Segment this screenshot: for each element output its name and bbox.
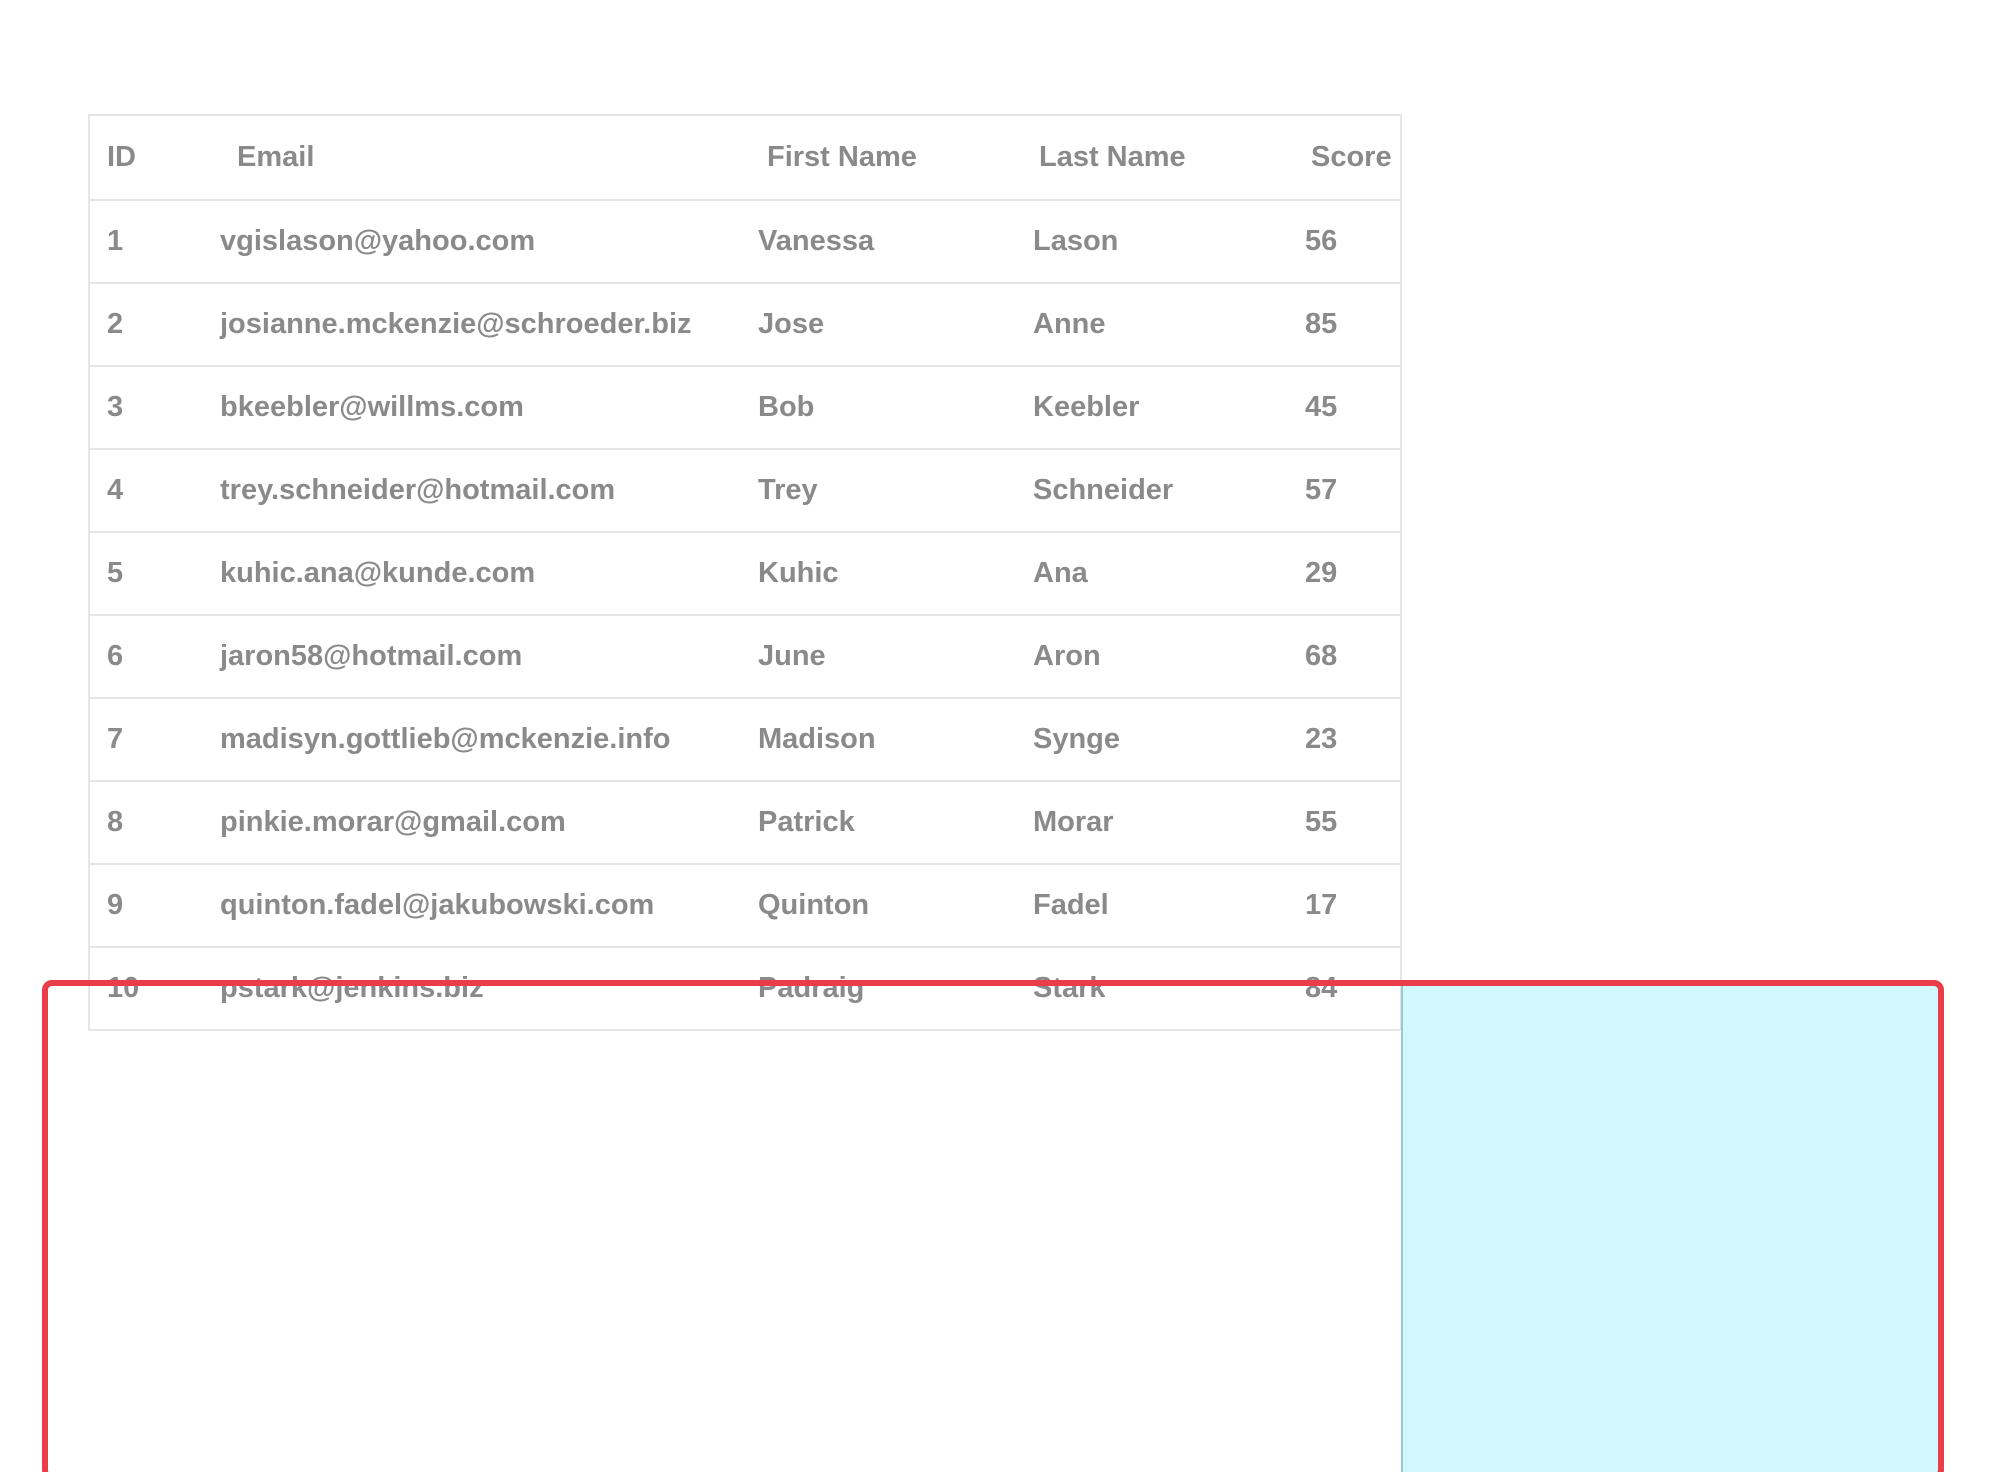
cell-last-name: Synge: [1033, 698, 1305, 782]
cell-email: bkeebler@willms.com: [220, 366, 758, 450]
cell-score: 85: [1305, 283, 1402, 367]
cell-score: 68: [1305, 615, 1402, 699]
cell-first-name: Trey: [758, 449, 1033, 533]
cell-first-name: Patrick: [758, 781, 1033, 865]
cell-first-name: Jose: [758, 283, 1033, 367]
cell-id: 3: [90, 366, 220, 450]
cell-first-name: Padraig: [758, 947, 1033, 1031]
data-table-container: ID Email First Name Last Name Score 1 vg…: [88, 114, 1402, 1031]
cell-first-name: June: [758, 615, 1033, 699]
page: ID Email First Name Last Name Score 1 vg…: [0, 0, 1996, 1472]
cell-last-name: Keebler: [1033, 366, 1305, 450]
cell-score: 56: [1305, 200, 1402, 284]
column-header-first-name[interactable]: First Name: [758, 116, 1033, 201]
table-row[interactable]: 5 kuhic.ana@kunde.com Kuhic Ana 29: [90, 532, 1402, 616]
cell-id: 5: [90, 532, 220, 616]
table-row[interactable]: 1 vgislason@yahoo.com Vanessa Lason 56: [90, 200, 1402, 284]
cell-id: 1: [90, 200, 220, 284]
cell-id: 8: [90, 781, 220, 865]
cell-last-name: Stark: [1033, 947, 1305, 1031]
cell-first-name: Quinton: [758, 864, 1033, 948]
cell-score: 23: [1305, 698, 1402, 782]
data-table: ID Email First Name Last Name Score 1 vg…: [90, 116, 1402, 1031]
header-row: ID Email First Name Last Name Score: [90, 116, 1402, 201]
cell-first-name: Kuhic: [758, 532, 1033, 616]
cell-score: 84: [1305, 947, 1402, 1031]
cell-email: josianne.mckenzie@schroeder.biz: [220, 283, 758, 367]
cell-id: 6: [90, 615, 220, 699]
table-row[interactable]: 8 pinkie.morar@gmail.com Patrick Morar 5…: [90, 781, 1402, 865]
cell-score: 55: [1305, 781, 1402, 865]
table-row[interactable]: 7 madisyn.gottlieb@mckenzie.info Madison…: [90, 698, 1402, 782]
table-row[interactable]: 9 quinton.fadel@jakubowski.com Quinton F…: [90, 864, 1402, 948]
table-row[interactable]: 2 josianne.mckenzie@schroeder.biz Jose A…: [90, 283, 1402, 367]
table-row[interactable]: 4 trey.schneider@hotmail.com Trey Schnei…: [90, 449, 1402, 533]
cell-id: 9: [90, 864, 220, 948]
cell-email: madisyn.gottlieb@mckenzie.info: [220, 698, 758, 782]
cell-last-name: Anne: [1033, 283, 1305, 367]
table-row[interactable]: 6 jaron58@hotmail.com June Aron 68: [90, 615, 1402, 699]
cell-score: 45: [1305, 366, 1402, 450]
cell-last-name: Ana: [1033, 532, 1305, 616]
cell-last-name: Schneider: [1033, 449, 1305, 533]
cell-email: quinton.fadel@jakubowski.com: [220, 864, 758, 948]
cell-first-name: Bob: [758, 366, 1033, 450]
column-header-score[interactable]: Score: [1305, 116, 1402, 201]
column-header-last-name[interactable]: Last Name: [1033, 116, 1305, 201]
table-body: 1 vgislason@yahoo.com Vanessa Lason 56 2…: [90, 200, 1402, 1031]
cell-score: 57: [1305, 449, 1402, 533]
column-header-id[interactable]: ID: [90, 116, 220, 201]
cell-last-name: Aron: [1033, 615, 1305, 699]
cell-email: kuhic.ana@kunde.com: [220, 532, 758, 616]
table-header: ID Email First Name Last Name Score: [90, 116, 1402, 201]
cell-id: 4: [90, 449, 220, 533]
table-row[interactable]: 10 pstark@jenkins.biz Padraig Stark 84: [90, 947, 1402, 1031]
cell-id: 10: [90, 947, 220, 1031]
cell-score: 29: [1305, 532, 1402, 616]
cell-last-name: Lason: [1033, 200, 1305, 284]
cell-first-name: Madison: [758, 698, 1033, 782]
cell-email: pinkie.morar@gmail.com: [220, 781, 758, 865]
cell-email: pstark@jenkins.biz: [220, 947, 758, 1031]
cell-last-name: Fadel: [1033, 864, 1305, 948]
cell-email: trey.schneider@hotmail.com: [220, 449, 758, 533]
table-row[interactable]: 3 bkeebler@willms.com Bob Keebler 45: [90, 366, 1402, 450]
cell-first-name: Vanessa: [758, 200, 1033, 284]
cell-email: jaron58@hotmail.com: [220, 615, 758, 699]
cell-last-name: Morar: [1033, 781, 1305, 865]
cell-id: 2: [90, 283, 220, 367]
column-header-email[interactable]: Email: [220, 116, 758, 201]
cell-score: 17: [1305, 864, 1402, 948]
cell-id: 7: [90, 698, 220, 782]
cell-email: vgislason@yahoo.com: [220, 200, 758, 284]
drop-target-area[interactable]: [1401, 984, 1940, 1472]
